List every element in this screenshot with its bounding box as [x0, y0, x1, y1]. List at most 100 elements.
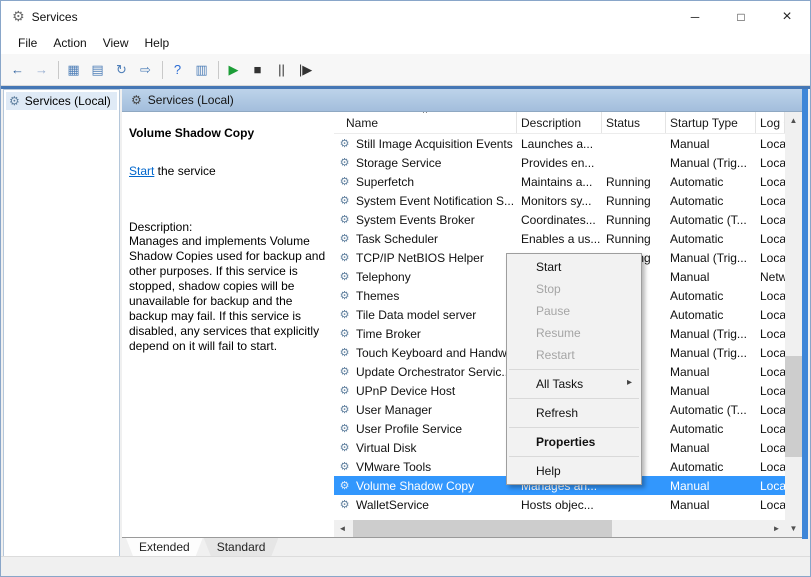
show-console-tree-button[interactable]: ▦: [62, 58, 85, 81]
restart-service-button[interactable]: |▶: [294, 58, 317, 81]
service-status-cell: Running: [602, 194, 666, 208]
view-header-gear-icon: ⚙: [131, 93, 142, 107]
System Event Notification S...[interactable]: ⚙System Event Notification S... Monitors…: [334, 191, 785, 210]
vertical-scroll-thumb[interactable]: [785, 356, 802, 458]
menu-bar: File Action View Help: [1, 32, 810, 54]
scroll-down-button[interactable]: ▼: [785, 520, 802, 537]
Still Image Acquisition Events[interactable]: ⚙Still Image Acquisition Events Launches…: [334, 134, 785, 153]
context-resume[interactable]: Resume ▸: [507, 322, 641, 344]
context-pause[interactable]: Pause ▸: [507, 300, 641, 322]
service-name-cell: ⚙Tile Data model server: [334, 308, 517, 322]
service-startup-type-cell: Automatic: [666, 175, 756, 189]
vertical-scrollbar[interactable]: ▲ ▼: [785, 112, 802, 537]
context-all-tasks[interactable]: All Tasks ▸: [507, 373, 641, 395]
service-startup-type-cell: Manual: [666, 137, 756, 151]
service-name: WalletService: [356, 498, 429, 512]
help-button[interactable]: ?: [166, 58, 189, 81]
toolbar-button-icon: ?: [174, 62, 181, 77]
tree-item-services-local[interactable]: ⚙ Services (Local): [6, 92, 117, 110]
context-separator: ▸: [507, 424, 641, 431]
show-action-pane-button[interactable]: ▥: [190, 58, 213, 81]
menubar-file[interactable]: File: [10, 33, 45, 53]
refresh-button[interactable]: ↻: [110, 58, 133, 81]
context-help[interactable]: Help ▸: [507, 460, 641, 482]
pause-service-button[interactable]: ||: [270, 58, 293, 81]
System Events Broker[interactable]: ⚙System Events Broker Coordinates... Run…: [334, 210, 785, 229]
menubar-help[interactable]: Help: [137, 33, 178, 53]
service-name: Telephony: [356, 270, 411, 284]
menubar-view[interactable]: View: [95, 33, 137, 53]
service-startup-type-cell: Manual: [666, 365, 756, 379]
service-gear-icon: ⚙: [338, 270, 351, 283]
scroll-up-button[interactable]: ▲: [785, 112, 802, 129]
Superfetch[interactable]: ⚙Superfetch Maintains a... Running Autom…: [334, 172, 785, 191]
console-tree-pane: ⚙ Services (Local): [3, 89, 120, 558]
sort-ascending-icon: ^: [423, 112, 427, 118]
context-menu-item-label: Resume: [536, 326, 581, 340]
Storage Service[interactable]: ⚙Storage Service Provides en... Manual (…: [334, 153, 785, 172]
context-refresh[interactable]: Refresh ▸: [507, 402, 641, 424]
maximize-button[interactable]: □: [718, 1, 764, 32]
service-gear-icon: ⚙: [338, 441, 351, 454]
close-button[interactable]: ×: [764, 1, 810, 32]
service-name: TCP/IP NetBIOS Helper: [356, 251, 484, 265]
back-button[interactable]: ←: [6, 58, 29, 81]
service-log-on-cell: Local: [756, 384, 785, 398]
column-status[interactable]: ^ Status: [602, 112, 666, 133]
start-service-suffix: the service: [154, 164, 215, 178]
menubar-action[interactable]: Action: [45, 33, 94, 53]
service-startup-type-cell: Manual (Trig...: [666, 251, 756, 265]
context-menu-item-label: Restart: [536, 348, 575, 362]
tab-extended[interactable]: Extended: [126, 538, 203, 556]
app-gears-icon: ⚙: [12, 8, 25, 25]
column-startup-type[interactable]: ^ Startup Type: [666, 112, 756, 133]
service-status-cell: Running: [602, 232, 666, 246]
toolbar-separator: [214, 61, 221, 79]
service-gear-icon: ⚙: [338, 422, 351, 435]
service-startup-type-cell: Automatic (T...: [666, 213, 756, 227]
service-name: System Event Notification S...: [356, 194, 514, 208]
service-name-cell: ⚙Time Broker: [334, 327, 517, 341]
forward-button[interactable]: →: [30, 58, 53, 81]
Task Scheduler[interactable]: ⚙Task Scheduler Enables a us... Running …: [334, 229, 785, 248]
extended-detail-pane: Volume Shadow Copy Start the service Des…: [122, 112, 334, 537]
properties-button[interactable]: ▤: [86, 58, 109, 81]
context-stop[interactable]: Stop ▸: [507, 278, 641, 300]
scroll-right-button[interactable]: ►: [768, 520, 785, 537]
service-gear-icon: ⚙: [338, 289, 351, 302]
WalletService[interactable]: ⚙WalletService Hosts objec... Manual Loc…: [334, 495, 785, 514]
horizontal-scroll-thumb[interactable]: [353, 520, 612, 537]
horizontal-scrollbar[interactable]: ◄ ►: [334, 520, 785, 537]
minimize-button[interactable]: ─: [672, 1, 718, 32]
service-description-cell: Enables a us...: [517, 232, 602, 246]
context-start[interactable]: Start ▸: [507, 256, 641, 278]
vertical-scroll-track[interactable]: [785, 129, 802, 520]
toolbar-button-icon: ▥: [195, 62, 207, 78]
service-name: Themes: [356, 289, 399, 303]
start-service-button[interactable]: ▶: [222, 58, 245, 81]
column-log-on-as[interactable]: ^ Log O: [756, 112, 785, 133]
column-name[interactable]: ^ Name: [334, 112, 517, 133]
scroll-left-button[interactable]: ◄: [334, 520, 351, 537]
context-restart[interactable]: Restart ▸: [507, 344, 641, 366]
toolbar: ← → ▦ ▤ ↻ ⇨ ? ▥ ▶ ■ || |▶: [1, 54, 810, 86]
toolbar-button-icon: |▶: [299, 62, 312, 78]
column-description[interactable]: ^ Description: [517, 112, 602, 133]
view-header-title: Services (Local): [148, 93, 234, 107]
service-name-cell: ⚙User Manager: [334, 403, 517, 417]
service-startup-type-cell: Automatic: [666, 289, 756, 303]
start-service-link[interactable]: Start: [129, 164, 154, 178]
stop-service-button[interactable]: ■: [246, 58, 269, 81]
toolbar-button-icon: ■: [254, 62, 262, 77]
service-log-on-cell: Local: [756, 289, 785, 303]
context-properties[interactable]: Properties ▸: [507, 431, 641, 453]
horizontal-scroll-track[interactable]: [351, 520, 768, 537]
service-startup-type-cell: Automatic: [666, 194, 756, 208]
service-gear-icon: ⚙: [338, 479, 351, 492]
service-gear-icon: ⚙: [338, 327, 351, 340]
service-log-on-cell: Local: [756, 213, 785, 227]
export-list-button[interactable]: ⇨: [134, 58, 157, 81]
service-name: Task Scheduler: [356, 232, 438, 246]
service-startup-type-cell: Manual: [666, 441, 756, 455]
tab-standard[interactable]: Standard: [204, 538, 279, 556]
